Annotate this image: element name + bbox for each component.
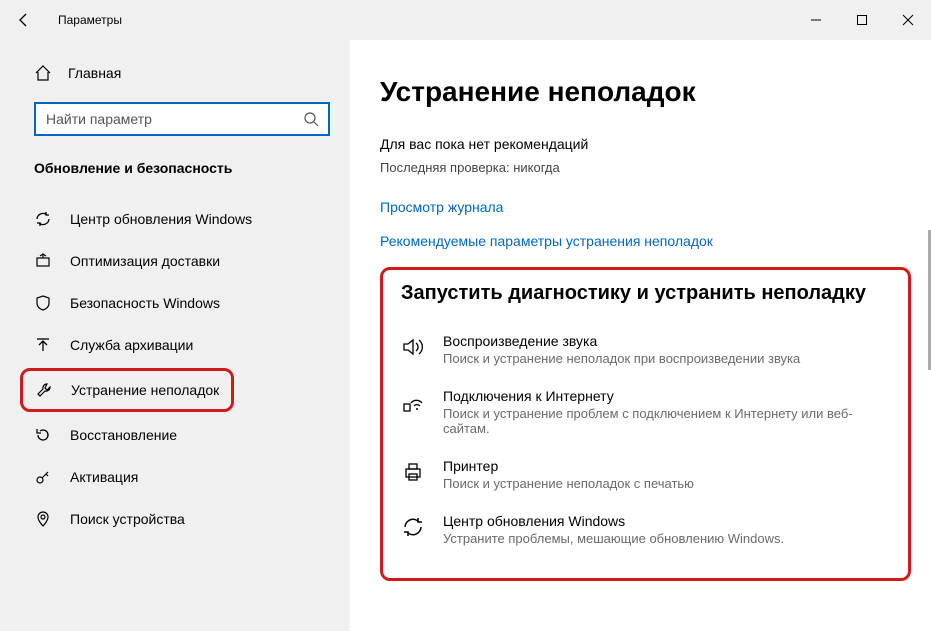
printer-icon bbox=[401, 460, 425, 484]
location-icon bbox=[34, 510, 52, 528]
home-icon bbox=[34, 64, 52, 82]
troubleshooter-label: Принтер bbox=[443, 458, 694, 474]
speaker-icon bbox=[401, 335, 425, 359]
troubleshooter-label: Воспроизведение звука bbox=[443, 333, 800, 349]
close-button[interactable] bbox=[885, 0, 931, 40]
window-title: Параметры bbox=[48, 13, 122, 27]
search-input-wrapper[interactable] bbox=[34, 102, 330, 136]
troubleshooter-printer[interactable]: Принтер Поиск и устранение неполадок с п… bbox=[401, 450, 890, 505]
sidebar-item-activation[interactable]: Активация bbox=[0, 456, 350, 498]
main-content: Устранение неполадок Для вас пока нет ре… bbox=[350, 40, 931, 631]
sidebar-home-label: Главная bbox=[68, 65, 121, 81]
sidebar-item-label: Оптимизация доставки bbox=[70, 253, 220, 269]
sidebar-item-backup[interactable]: Служба архивации bbox=[0, 324, 350, 366]
arrow-left-icon bbox=[15, 11, 33, 29]
troubleshooter-label: Центр обновления Windows bbox=[443, 513, 784, 529]
sidebar-item-label: Активация bbox=[70, 469, 138, 485]
troubleshooter-update[interactable]: Центр обновления Windows Устраните пробл… bbox=[401, 505, 890, 560]
sidebar-group-header: Обновление и безопасность bbox=[0, 154, 350, 198]
sidebar-item-windows-update[interactable]: Центр обновления Windows bbox=[0, 198, 350, 240]
recovery-icon bbox=[34, 426, 52, 444]
sidebar-item-label: Служба архивации bbox=[70, 337, 193, 353]
sidebar-item-delivery-optimization[interactable]: Оптимизация доставки bbox=[0, 240, 350, 282]
sidebar: Главная Обновление и безопасность Центр … bbox=[0, 40, 350, 631]
sidebar-item-windows-security[interactable]: Безопасность Windows bbox=[0, 282, 350, 324]
sidebar-home[interactable]: Главная bbox=[0, 54, 350, 92]
recommended-settings-link[interactable]: Рекомендуемые параметры устранения непол… bbox=[380, 233, 911, 249]
sidebar-item-recovery[interactable]: Восстановление bbox=[0, 414, 350, 456]
view-history-link[interactable]: Просмотр журнала bbox=[380, 199, 503, 215]
last-check-text: Последняя проверка: никогда bbox=[380, 160, 911, 175]
back-button[interactable] bbox=[0, 0, 48, 40]
diagnostics-title: Запустить диагностику и устранить непола… bbox=[401, 282, 890, 305]
sidebar-item-label: Центр обновления Windows bbox=[70, 211, 252, 227]
sync-icon bbox=[401, 515, 425, 539]
sidebar-item-find-device[interactable]: Поиск устройства bbox=[0, 498, 350, 540]
troubleshooter-desc: Поиск и устранение проблем с подключение… bbox=[443, 406, 890, 436]
delivery-icon bbox=[34, 252, 52, 270]
minimize-button[interactable] bbox=[793, 0, 839, 40]
refresh-icon bbox=[34, 210, 52, 228]
maximize-button[interactable] bbox=[839, 0, 885, 40]
troubleshooter-desc: Устраните проблемы, мешающие обновлению … bbox=[443, 531, 784, 546]
troubleshooter-audio[interactable]: Воспроизведение звука Поиск и устранение… bbox=[401, 325, 890, 380]
search-icon bbox=[302, 110, 320, 128]
troubleshooter-desc: Поиск и устранение неполадок при воспрои… bbox=[443, 351, 800, 366]
sidebar-item-label: Поиск устройства bbox=[70, 511, 185, 527]
backup-icon bbox=[34, 336, 52, 354]
shield-icon bbox=[34, 294, 52, 312]
diagnostics-section: Запустить диагностику и устранить непола… bbox=[380, 267, 911, 581]
wrench-icon bbox=[35, 381, 53, 399]
key-icon bbox=[34, 468, 52, 486]
sidebar-item-label: Устранение неполадок bbox=[71, 382, 219, 398]
sidebar-item-label: Восстановление bbox=[70, 427, 177, 443]
wifi-icon bbox=[401, 390, 425, 414]
troubleshooter-label: Подключения к Интернету bbox=[443, 388, 890, 404]
search-input[interactable] bbox=[46, 111, 302, 127]
troubleshooter-internet[interactable]: Подключения к Интернету Поиск и устранен… bbox=[401, 380, 890, 450]
troubleshooter-desc: Поиск и устранение неполадок с печатью bbox=[443, 476, 694, 491]
no-recommendations-text: Для вас пока нет рекомендаций bbox=[380, 136, 911, 152]
sidebar-item-troubleshoot[interactable]: Устранение неполадок bbox=[20, 368, 234, 412]
sidebar-item-label: Безопасность Windows bbox=[70, 295, 220, 311]
page-title: Устранение неполадок bbox=[380, 76, 911, 108]
